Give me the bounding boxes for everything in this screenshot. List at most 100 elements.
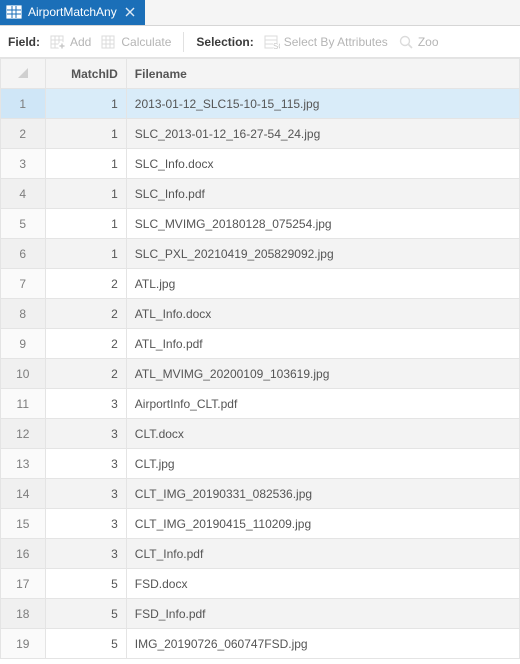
tab-bar: AirportMatchAny	[0, 0, 520, 26]
table-header-row: MatchID Filename	[1, 59, 520, 89]
matchid-cell[interactable]: 1	[45, 119, 126, 149]
calculate-label: Calculate	[121, 35, 171, 49]
filename-cell[interactable]: SLC_2013-01-12_16-27-54_24.jpg	[126, 119, 519, 149]
row-number-cell[interactable]: 18	[1, 599, 46, 629]
row-number-cell[interactable]: 8	[1, 299, 46, 329]
row-number-cell[interactable]: 9	[1, 329, 46, 359]
filename-cell[interactable]: SLC_MVIMG_20180128_075254.jpg	[126, 209, 519, 239]
matchid-cell[interactable]: 2	[45, 269, 126, 299]
table-row[interactable]: 61SLC_PXL_20210419_205829092.jpg	[1, 239, 520, 269]
row-number-cell[interactable]: 16	[1, 539, 46, 569]
add-field-icon	[50, 34, 66, 50]
tab-airportmatchany[interactable]: AirportMatchAny	[0, 0, 145, 25]
matchid-cell[interactable]: 3	[45, 539, 126, 569]
zoom-to-button[interactable]: Zoo	[398, 34, 439, 50]
table-row[interactable]: 175FSD.docx	[1, 569, 520, 599]
table-row[interactable]: 31SLC_Info.docx	[1, 149, 520, 179]
table-row[interactable]: 112013-01-12_SLC15-10-15_115.jpg	[1, 89, 520, 119]
filename-cell[interactable]: SLC_Info.docx	[126, 149, 519, 179]
add-field-label: Add	[70, 35, 91, 49]
filename-cell[interactable]: IMG_20190726_060747FSD.jpg	[126, 629, 519, 659]
table-row[interactable]: 133CLT.jpg	[1, 449, 520, 479]
matchid-cell[interactable]: 1	[45, 179, 126, 209]
matchid-cell[interactable]: 2	[45, 329, 126, 359]
filename-cell[interactable]: SLC_PXL_20210419_205829092.jpg	[126, 239, 519, 269]
row-number-header[interactable]	[1, 59, 46, 89]
row-number-cell[interactable]: 7	[1, 269, 46, 299]
filename-cell[interactable]: CLT.docx	[126, 419, 519, 449]
selection-label: Selection:	[196, 35, 253, 49]
filename-cell[interactable]: AirportInfo_CLT.pdf	[126, 389, 519, 419]
filename-cell[interactable]: 2013-01-12_SLC15-10-15_115.jpg	[126, 89, 519, 119]
matchid-cell[interactable]: 5	[45, 629, 126, 659]
row-number-cell[interactable]: 4	[1, 179, 46, 209]
add-field-button[interactable]: Add	[50, 34, 91, 50]
table-row[interactable]: 92ATL_Info.pdf	[1, 329, 520, 359]
matchid-cell[interactable]: 2	[45, 359, 126, 389]
column-header-filename[interactable]: Filename	[126, 59, 519, 89]
field-label: Field:	[8, 35, 40, 49]
row-number-cell[interactable]: 15	[1, 509, 46, 539]
select-by-attributes-button[interactable]: SQL Select By Attributes	[264, 34, 388, 50]
filename-cell[interactable]: ATL_Info.pdf	[126, 329, 519, 359]
row-number-cell[interactable]: 13	[1, 449, 46, 479]
matchid-cell[interactable]: 2	[45, 299, 126, 329]
row-number-cell[interactable]: 1	[1, 89, 46, 119]
calculate-field-button[interactable]: Calculate	[101, 34, 171, 50]
matchid-cell[interactable]: 3	[45, 419, 126, 449]
table-scroll[interactable]: MatchID Filename 112013-01-12_SLC15-10-1…	[0, 58, 520, 664]
matchid-cell[interactable]: 5	[45, 569, 126, 599]
filename-cell[interactable]: CLT_IMG_20190415_110209.jpg	[126, 509, 519, 539]
table-row[interactable]: 143CLT_IMG_20190331_082536.jpg	[1, 479, 520, 509]
row-number-cell[interactable]: 17	[1, 569, 46, 599]
table-row[interactable]: 72ATL.jpg	[1, 269, 520, 299]
row-number-cell[interactable]: 6	[1, 239, 46, 269]
row-number-cell[interactable]: 11	[1, 389, 46, 419]
matchid-cell[interactable]: 1	[45, 209, 126, 239]
attribute-table: MatchID Filename 112013-01-12_SLC15-10-1…	[0, 58, 520, 659]
table-row[interactable]: 113AirportInfo_CLT.pdf	[1, 389, 520, 419]
row-number-cell[interactable]: 12	[1, 419, 46, 449]
table-row[interactable]: 123CLT.docx	[1, 419, 520, 449]
table-row[interactable]: 82ATL_Info.docx	[1, 299, 520, 329]
filename-cell[interactable]: ATL_Info.docx	[126, 299, 519, 329]
table-row[interactable]: 102ATL_MVIMG_20200109_103619.jpg	[1, 359, 520, 389]
close-icon[interactable]	[123, 5, 137, 19]
row-number-cell[interactable]: 5	[1, 209, 46, 239]
table-row[interactable]: 21SLC_2013-01-12_16-27-54_24.jpg	[1, 119, 520, 149]
matchid-cell[interactable]: 3	[45, 509, 126, 539]
table-row[interactable]: 163CLT_Info.pdf	[1, 539, 520, 569]
filename-cell[interactable]: CLT.jpg	[126, 449, 519, 479]
svg-text:SQL: SQL	[273, 42, 280, 50]
filename-cell[interactable]: FSD.docx	[126, 569, 519, 599]
row-number-cell[interactable]: 19	[1, 629, 46, 659]
table-row[interactable]: 195IMG_20190726_060747FSD.jpg	[1, 629, 520, 659]
zoom-icon	[398, 34, 414, 50]
matchid-cell[interactable]: 1	[45, 89, 126, 119]
matchid-cell[interactable]: 3	[45, 389, 126, 419]
table-row[interactable]: 185FSD_Info.pdf	[1, 599, 520, 629]
matchid-cell[interactable]: 3	[45, 479, 126, 509]
triangle-icon	[18, 68, 28, 78]
row-number-cell[interactable]: 10	[1, 359, 46, 389]
table-row[interactable]: 153CLT_IMG_20190415_110209.jpg	[1, 509, 520, 539]
filename-cell[interactable]: SLC_Info.pdf	[126, 179, 519, 209]
matchid-cell[interactable]: 5	[45, 599, 126, 629]
table-row[interactable]: 51SLC_MVIMG_20180128_075254.jpg	[1, 209, 520, 239]
filename-cell[interactable]: ATL.jpg	[126, 269, 519, 299]
zoom-label: Zoo	[418, 35, 439, 49]
matchid-cell[interactable]: 1	[45, 239, 126, 269]
row-number-cell[interactable]: 3	[1, 149, 46, 179]
column-header-matchid[interactable]: MatchID	[45, 59, 126, 89]
matchid-cell[interactable]: 1	[45, 149, 126, 179]
table-row[interactable]: 41SLC_Info.pdf	[1, 179, 520, 209]
filename-cell[interactable]: CLT_Info.pdf	[126, 539, 519, 569]
row-number-cell[interactable]: 2	[1, 119, 46, 149]
matchid-cell[interactable]: 3	[45, 449, 126, 479]
filename-cell[interactable]: ATL_MVIMG_20200109_103619.jpg	[126, 359, 519, 389]
filename-cell[interactable]: FSD_Info.pdf	[126, 599, 519, 629]
filename-cell[interactable]: CLT_IMG_20190331_082536.jpg	[126, 479, 519, 509]
row-number-cell[interactable]: 14	[1, 479, 46, 509]
tab-title: AirportMatchAny	[28, 5, 117, 19]
select-by-attributes-label: Select By Attributes	[284, 35, 388, 49]
